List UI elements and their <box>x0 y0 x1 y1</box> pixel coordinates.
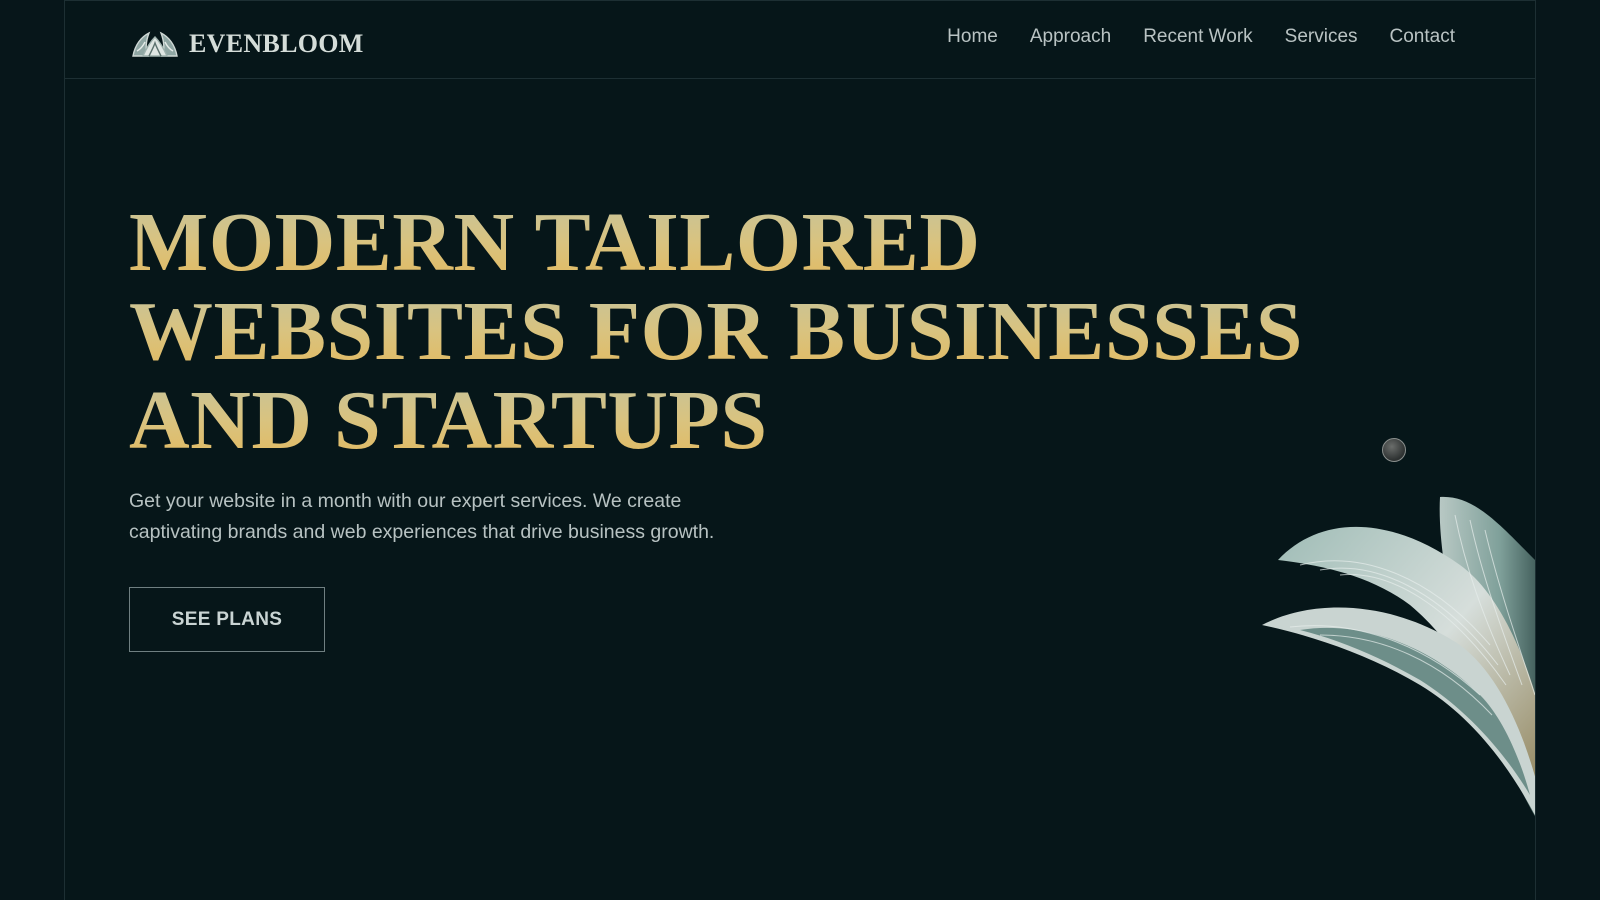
see-plans-button[interactable]: SEE PLANS <box>129 587 325 652</box>
brand-name: EVENBLOOM <box>189 29 364 58</box>
nav-contact[interactable]: Contact <box>1390 26 1455 48</box>
page-frame: EVENBLOOM Home Approach Recent Work Serv… <box>64 0 1536 900</box>
hero-title: MODERN TAILORED WEBSITES FOR BUSINESSES … <box>129 198 1429 465</box>
nav-approach[interactable]: Approach <box>1030 26 1111 48</box>
hero-title-line-2: WEBSITES FOR BUSINESSES <box>129 287 1429 376</box>
hero-title-line-3: AND STARTUPS <box>129 376 1429 465</box>
main-nav: Home Approach Recent Work Services Conta… <box>947 26 1455 48</box>
hero-title-line-1: MODERN TAILORED <box>129 198 1429 287</box>
leaf-illustration-icon <box>1262 496 1535 817</box>
orb-dot-icon <box>1382 438 1406 462</box>
nav-home[interactable]: Home <box>947 26 998 48</box>
bloom-logo-icon <box>132 31 178 57</box>
site-header: EVENBLOOM Home Approach Recent Work Serv… <box>65 0 1535 79</box>
logo-link[interactable]: EVENBLOOM <box>129 27 364 61</box>
nav-services[interactable]: Services <box>1285 26 1358 48</box>
hero-subtitle: Get your website in a month with our exp… <box>129 490 715 543</box>
nav-recent-work[interactable]: Recent Work <box>1143 26 1252 48</box>
